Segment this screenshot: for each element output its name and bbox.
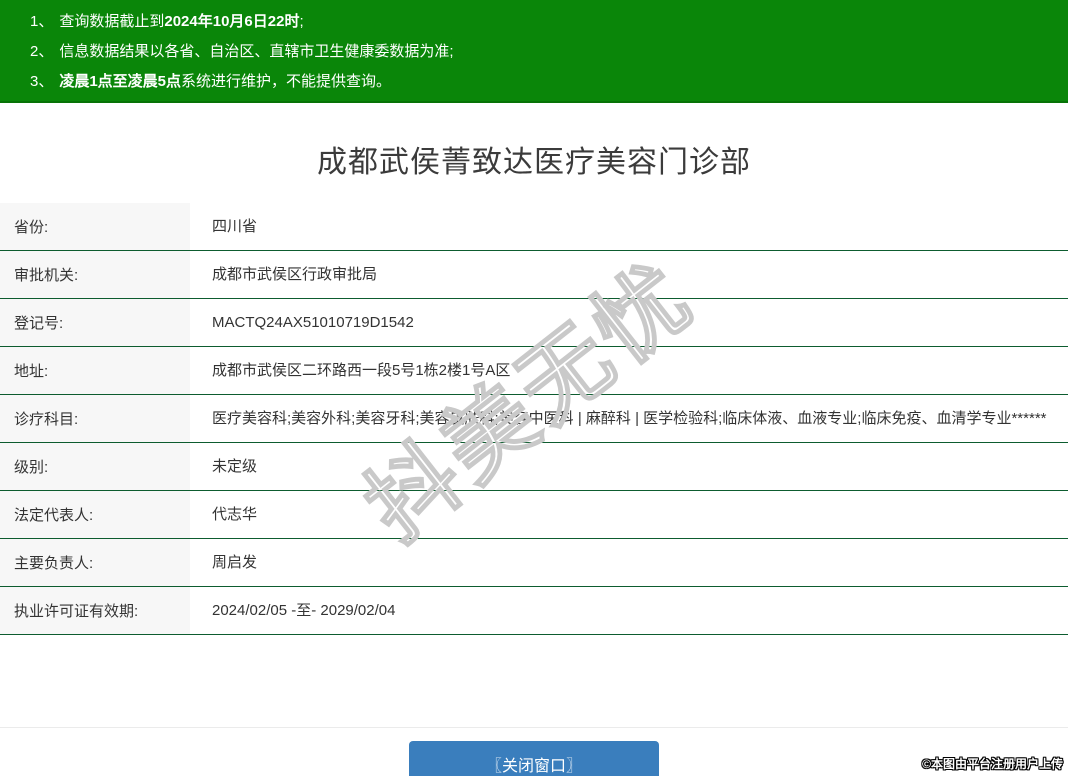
- close-window-button[interactable]: 〖关闭窗口〗: [409, 741, 659, 776]
- row-label: 主要负责人:: [0, 539, 190, 586]
- notice-text: 查询数据截止到: [59, 13, 165, 30]
- table-row-treatment-subjects: 诊疗科目: 医疗美容科;美容外科;美容牙科;美容皮肤科;美容中医科 | 麻醉科 …: [0, 395, 1068, 443]
- table-row-province: 省份: 四川省: [0, 203, 1068, 251]
- row-value: 周启发: [212, 553, 258, 571]
- notice-number: 3、: [30, 73, 54, 90]
- notice-text: 信息数据结果以各省、自治区、直辖市卫生健康委数据为准;: [59, 43, 454, 60]
- notice-banner: 1、 查询数据截止到2024年10月6日22时; 2、 信息数据结果以各省、自治区、…: [0, 0, 1068, 103]
- notice-number: 2、: [30, 43, 54, 60]
- institution-info-table: 省份: 四川省 审批机关: 成都市武侯区行政审批局 登记号: MACTQ24AX…: [0, 203, 1068, 635]
- table-row-registration-number: 登记号: MACTQ24AX51010719D1542: [0, 299, 1068, 347]
- notice-line-3: 3、 凌晨1点至凌晨5点系统进行维护，不能提供查询。: [30, 67, 1048, 97]
- table-row-license-validity: 执业许可证有效期: 2024/02/05 -至- 2029/02/04: [0, 587, 1068, 635]
- row-value: 代志华: [212, 505, 258, 523]
- table-row-address: 地址: 成都市武侯区二环路西一段5号1栋2楼1号A区: [0, 347, 1068, 395]
- row-label: 地址:: [0, 347, 190, 394]
- row-label: 登记号:: [0, 299, 190, 346]
- notice-line-1: 1、 查询数据截止到2024年10月6日22时;: [30, 7, 1048, 37]
- row-label: 审批机关:: [0, 251, 190, 298]
- row-label: 执业许可证有效期:: [0, 587, 190, 634]
- row-value: 2024/02/05 -至- 2029/02/04: [212, 601, 396, 619]
- notice-text: 系统进行维护，不能提供查询。: [181, 73, 392, 90]
- row-label: 级别:: [0, 443, 190, 490]
- table-row-approval-authority: 审批机关: 成都市武侯区行政审批局: [0, 251, 1068, 299]
- notice-text: ;: [299, 13, 304, 30]
- table-row-level: 级别: 未定级: [0, 443, 1068, 491]
- row-label: 省份:: [0, 203, 190, 250]
- notice-number: 1、: [30, 13, 54, 30]
- footer-bar: 〖关闭窗口〗: [0, 727, 1068, 776]
- notice-text-bold: 凌晨1点至凌晨5点: [59, 73, 182, 90]
- row-value: MACTQ24AX51010719D1542: [212, 313, 414, 331]
- row-value: 未定级: [212, 457, 258, 475]
- row-value: 成都市武侯区二环路西一段5号1栋2楼1号A区: [212, 361, 511, 379]
- copyright-notice: ©本图由平台注册用户上传: [922, 757, 1063, 771]
- page-title: 成都武侯菁致达医疗美容门诊部: [317, 146, 751, 179]
- notice-text-bold: 2024年10月6日22时: [164, 13, 300, 30]
- row-value: 医疗美容科;美容外科;美容牙科;美容皮肤科;美容中医科 | 麻醉科 | 医学检验…: [212, 409, 1047, 427]
- row-value: 成都市武侯区行政审批局: [212, 265, 378, 283]
- table-row-main-person-in-charge: 主要负责人: 周启发: [0, 539, 1068, 587]
- notice-line-2: 2、 信息数据结果以各省、自治区、直辖市卫生健康委数据为准;: [30, 37, 1048, 67]
- row-label: 法定代表人:: [0, 491, 190, 538]
- table-row-legal-representative: 法定代表人: 代志华: [0, 491, 1068, 539]
- row-label: 诊疗科目:: [0, 395, 190, 442]
- row-value: 四川省: [212, 217, 258, 235]
